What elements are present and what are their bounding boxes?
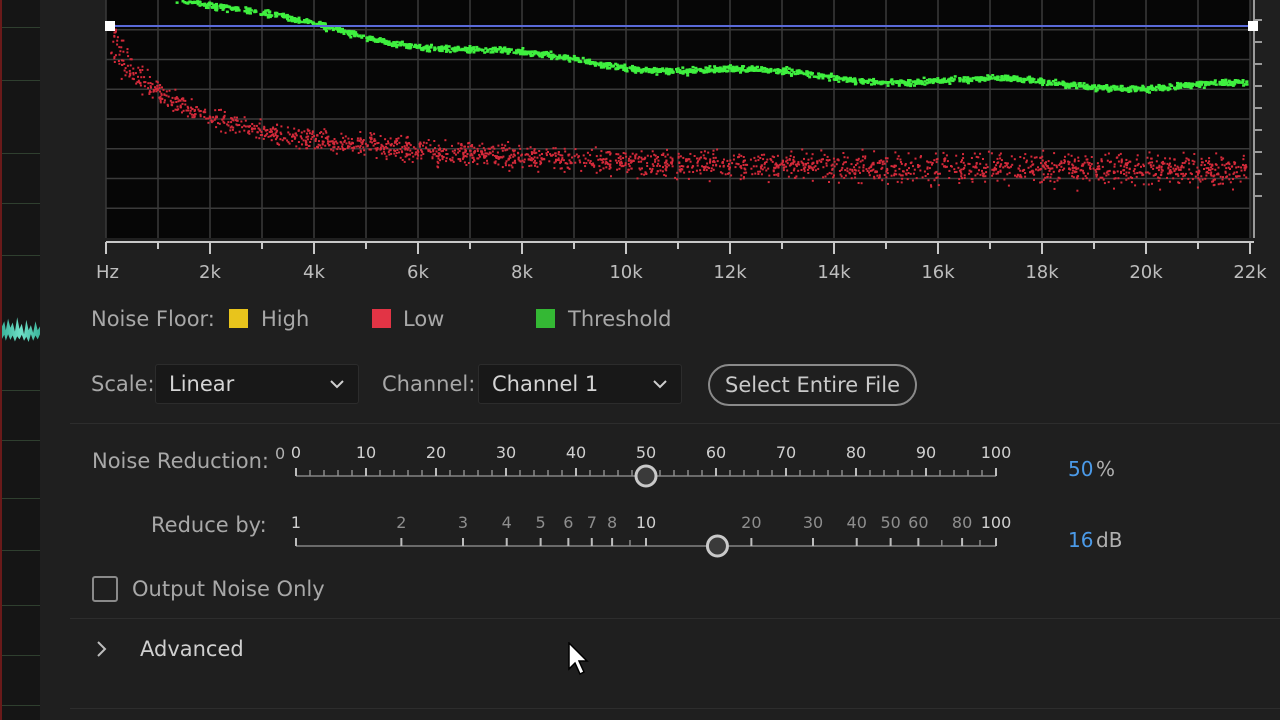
slider-tick-label: 90 bbox=[916, 443, 936, 462]
channel-label: Channel: bbox=[382, 372, 476, 396]
track-line bbox=[2, 153, 40, 154]
track-line bbox=[2, 27, 40, 28]
slider-thumb[interactable] bbox=[705, 534, 729, 558]
scale-label: Scale: bbox=[91, 372, 155, 396]
slider-tick-label: 60 bbox=[706, 443, 726, 462]
output-noise-only-label[interactable]: Output Noise Only bbox=[132, 577, 325, 601]
high-swatch bbox=[229, 309, 248, 328]
chevron-down-icon bbox=[330, 380, 344, 389]
track-line bbox=[2, 605, 40, 606]
red-edge-marker bbox=[0, 0, 2, 720]
x-tick-label: 6k bbox=[407, 262, 429, 283]
slider-tick-label: 2 bbox=[396, 513, 406, 532]
slider-tick-label: 30 bbox=[803, 513, 823, 532]
x-tick-label: 20k bbox=[1129, 262, 1163, 283]
reduce-by-unit: dB bbox=[1096, 528, 1123, 552]
slider-tick-label: 3 bbox=[458, 513, 468, 532]
threshold-swatch bbox=[536, 309, 555, 328]
track-line bbox=[2, 390, 40, 391]
select-entire-file-button[interactable]: Select Entire File bbox=[708, 364, 917, 406]
track-line bbox=[2, 440, 40, 441]
track-line bbox=[2, 655, 40, 656]
threshold-handle-right[interactable] bbox=[1248, 21, 1258, 31]
low-legend-label: Low bbox=[403, 307, 445, 331]
slider-tick-label: 50 bbox=[880, 513, 900, 532]
slider-tick-label: 80 bbox=[846, 443, 866, 462]
threshold-handle-left[interactable] bbox=[105, 21, 115, 31]
scale-value: Linear bbox=[169, 372, 235, 396]
noise-reduction-label: Noise Reduction: bbox=[92, 449, 269, 473]
slider-tick-label: 30 bbox=[496, 443, 516, 462]
reduce-by-slider[interactable]: 1 2 3 4 5 6 7 8 10 20 30 40 50 60 80 100 bbox=[270, 510, 1020, 564]
x-tick-label: 8k bbox=[511, 262, 533, 283]
x-tick-label: 16k bbox=[921, 262, 955, 283]
threshold-legend-label: Threshold bbox=[568, 307, 672, 331]
slider-tick-label: 7 bbox=[587, 513, 597, 532]
reduce-by-label: Reduce by: bbox=[151, 513, 267, 537]
channel-dropdown[interactable]: Channel 1 bbox=[478, 364, 682, 404]
reduce-by-value[interactable]: 16 bbox=[1068, 528, 1093, 552]
x-tick-label: 2k bbox=[199, 262, 221, 283]
scale-dropdown[interactable]: Linear bbox=[155, 364, 359, 404]
x-tick-label: 18k bbox=[1025, 262, 1059, 283]
noise-reduction-unit: % bbox=[1096, 457, 1116, 481]
waveform-preview bbox=[2, 317, 40, 342]
x-tick-label: 12k bbox=[713, 262, 747, 283]
noise-reduction-slider[interactable]: 0 10 20 30 40 50 60 70 80 90 100 bbox=[270, 440, 1020, 494]
mouse-cursor-icon bbox=[568, 642, 589, 676]
x-tick-label: 10k bbox=[609, 262, 643, 283]
slider-tick-label: 50 bbox=[636, 443, 656, 462]
slider-tick-label: 0 bbox=[291, 443, 301, 462]
section-divider bbox=[70, 423, 1280, 424]
track-line bbox=[2, 705, 40, 706]
slider-tick-label: 4 bbox=[502, 513, 512, 532]
slider-tick-label: 8 bbox=[607, 513, 617, 532]
waveform-strip bbox=[0, 0, 40, 720]
slider-tick-label: 70 bbox=[776, 443, 796, 462]
slider-tick-label: 10 bbox=[636, 513, 656, 532]
channel-value: Channel 1 bbox=[492, 372, 599, 396]
slider-tick-label: 100 bbox=[981, 443, 1012, 462]
slider-tick-label: 20 bbox=[741, 513, 761, 532]
track-line bbox=[2, 255, 40, 256]
x-tick-label: Hz bbox=[96, 262, 119, 283]
x-tick-label: 4k bbox=[303, 262, 325, 283]
slider-tick-label: 6 bbox=[563, 513, 573, 532]
noise-reduction-effect-panel: Hz 2k 4k 6k 8k 10k 12k 14k 16k 18k 20k 22k Noise Fl… bbox=[0, 0, 1280, 720]
section-divider bbox=[70, 618, 1280, 619]
slider-thumb[interactable] bbox=[634, 464, 658, 488]
slider-tick-label: 40 bbox=[847, 513, 867, 532]
slider-tick-label: 20 bbox=[426, 443, 446, 462]
slider-tick-label: 10 bbox=[356, 443, 376, 462]
track-line bbox=[2, 80, 40, 81]
x-tick-label: 14k bbox=[817, 262, 851, 283]
high-legend-label: High bbox=[261, 307, 310, 331]
output-noise-only-checkbox[interactable] bbox=[92, 576, 118, 602]
slider-tick-label: 60 bbox=[908, 513, 928, 532]
noise-floor-graph-panel: Hz 2k 4k 6k 8k 10k 12k 14k 16k 18k 20k 22k bbox=[40, 0, 1280, 292]
section-divider bbox=[70, 708, 1280, 709]
track-line bbox=[2, 203, 40, 204]
noise-floor-label: Noise Floor: bbox=[91, 307, 215, 331]
chevron-down-icon bbox=[653, 380, 667, 389]
track-line bbox=[2, 498, 40, 499]
advanced-section-toggle[interactable]: Advanced bbox=[140, 637, 244, 661]
noise-floor-graph[interactable]: Hz 2k 4k 6k 8k 10k 12k 14k 16k 18k 20k 22k bbox=[40, 0, 1280, 292]
track-line bbox=[2, 550, 40, 551]
noise-reduction-value[interactable]: 50 bbox=[1068, 457, 1093, 481]
slider-tick-label: 5 bbox=[536, 513, 546, 532]
slider-tick-label: 100 bbox=[981, 513, 1012, 532]
slider-tick-label: 1 bbox=[291, 513, 301, 532]
x-tick-label: 22k bbox=[1233, 262, 1267, 283]
low-swatch bbox=[372, 309, 391, 328]
chevron-right-icon[interactable] bbox=[95, 640, 107, 658]
slider-tick-label: 80 bbox=[952, 513, 972, 532]
slider-tick-label: 40 bbox=[566, 443, 586, 462]
